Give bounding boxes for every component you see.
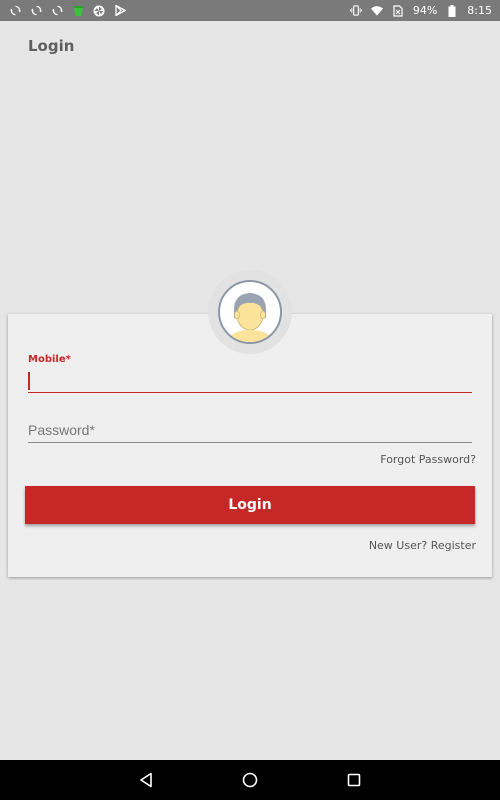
status-bar: 94% 8:15: [0, 0, 500, 21]
user-avatar-icon: [228, 293, 272, 342]
pinwheel-icon: [93, 5, 105, 17]
forgot-password-link[interactable]: Forgot Password?: [380, 453, 476, 466]
register-link[interactable]: New User? Register: [369, 539, 476, 552]
sync-icon: [9, 5, 21, 17]
mobile-label: Mobile*: [28, 354, 71, 365]
sync-icon: [30, 5, 42, 17]
sync-icon: [51, 5, 63, 17]
navigation-bar: [0, 760, 500, 800]
mobile-input[interactable]: [28, 368, 472, 393]
password-field: [28, 418, 472, 443]
password-input[interactable]: [28, 418, 472, 443]
play-store-icon: [114, 5, 126, 17]
battery-icon: [446, 4, 458, 17]
vibrate-icon: [349, 5, 362, 17]
battery-percent: 94%: [412, 4, 438, 17]
no-sim-icon: [392, 4, 404, 17]
back-icon[interactable]: [134, 768, 158, 792]
mobile-field: Mobile*: [28, 354, 472, 396]
bucket-icon: [72, 5, 84, 17]
text-cursor: [28, 372, 30, 390]
system-icons: 94% 8:15: [349, 4, 500, 17]
notification-icons: [0, 5, 126, 17]
login-button[interactable]: Login: [25, 486, 475, 524]
clock: 8:15: [467, 4, 492, 17]
page-title: Login: [28, 37, 75, 55]
avatar-container: [208, 270, 292, 354]
home-icon[interactable]: [238, 768, 262, 792]
recents-icon[interactable]: [342, 768, 366, 792]
avatar: [218, 280, 282, 344]
wifi-icon: [370, 5, 383, 17]
